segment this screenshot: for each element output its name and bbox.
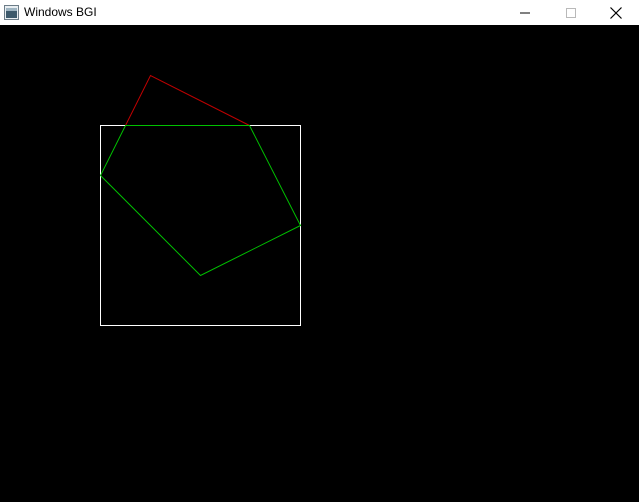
bgi-window: Windows BGI bbox=[0, 0, 639, 502]
minimize-icon bbox=[520, 12, 530, 13]
square-outline bbox=[100, 125, 301, 326]
close-button[interactable] bbox=[593, 0, 639, 25]
maximize-button[interactable] bbox=[548, 0, 594, 25]
close-icon bbox=[610, 6, 622, 19]
clipped-pentagon bbox=[99, 125, 302, 277]
app-window-icon[interactable] bbox=[4, 5, 19, 20]
graphics-surface bbox=[99, 74, 302, 326]
title-bar[interactable]: Windows BGI bbox=[0, 0, 639, 25]
window-title: Windows BGI bbox=[24, 5, 97, 19]
minimize-button[interactable] bbox=[502, 0, 548, 25]
original-pentagon bbox=[125, 74, 250, 126]
drawing-canvas bbox=[0, 25, 639, 502]
maximize-icon bbox=[566, 7, 576, 18]
